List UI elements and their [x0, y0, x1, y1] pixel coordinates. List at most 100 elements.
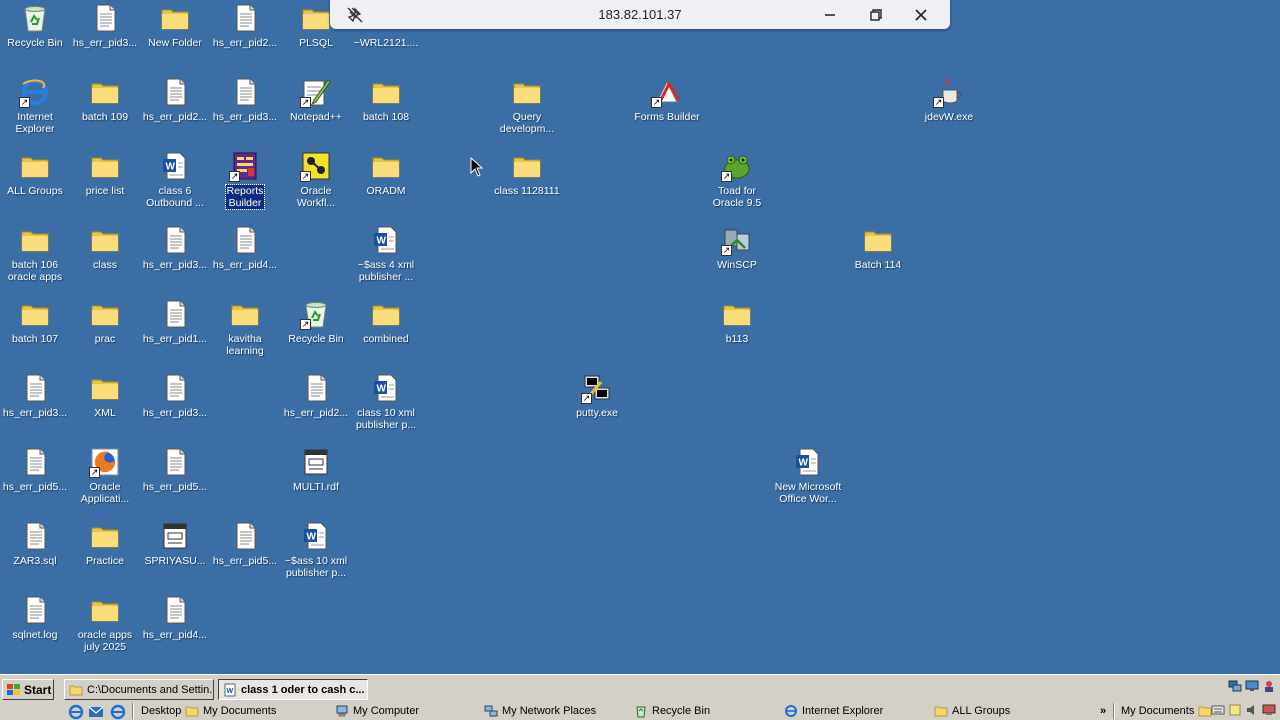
desktop-icon[interactable]: ZAR3.sql [0, 520, 71, 567]
outlook-icon[interactable] [88, 704, 104, 720]
toolbar-item-my-network-places[interactable]: My Network Places [484, 703, 596, 719]
close-icon [915, 9, 927, 21]
task-label: class 1 oder to cash c... [241, 683, 365, 696]
desktop-icon[interactable]: ↗ putty.exe [561, 372, 633, 419]
desktop-icon[interactable]: hs_err_pid3... [139, 224, 211, 271]
shortcut-arrow-icon: ↗ [229, 171, 240, 182]
toolbar-item-label: Internet Explorer [802, 705, 884, 717]
keyboard-tray-icon[interactable] [1211, 703, 1225, 717]
desktop-icon[interactable]: sqlnet.log [0, 594, 71, 641]
desktop-icon[interactable]: W ~$ass 10 xml publisher p... [280, 520, 352, 579]
monitor-tray-icon[interactable] [1262, 703, 1276, 717]
desktop-icon[interactable]: ↗ Oracle Applicati... [69, 446, 141, 505]
desktop-icon[interactable]: Recycle Bin [0, 2, 71, 49]
desktop-icon[interactable]: class 1128111 [491, 150, 563, 197]
computer-icon [336, 705, 348, 717]
shortcut-arrow-icon: ↗ [300, 319, 311, 330]
desktop-icon[interactable]: ALL Groups [0, 150, 71, 197]
user-tray-icon[interactable] [1262, 679, 1276, 693]
text-file-icon [159, 594, 191, 626]
notes-tray-icon[interactable] [1228, 703, 1242, 717]
toolbar-item-my-documents[interactable]: My Documents [185, 703, 276, 719]
word-document-icon: W [370, 224, 402, 256]
toolbar-item-label: My Computer [353, 705, 420, 717]
folder-icon [300, 2, 332, 34]
desktop-icon[interactable]: kavitha learning [209, 298, 281, 357]
desktop-icon[interactable]: hs_err_pid3... [0, 372, 71, 419]
desktop-icon[interactable]: SPRIYASU... [139, 520, 211, 567]
folder-icon [370, 150, 402, 182]
desktop-icon[interactable]: W ~$ass 4 xml publisher ... [350, 224, 422, 283]
network-tray-icon[interactable] [1228, 679, 1242, 693]
desktop-icon[interactable]: hs_err_pid2... [280, 372, 352, 419]
toolbar-item-internet-explorer[interactable]: Internet Explorer [784, 703, 883, 719]
taskbar-task-explorer[interactable]: C:\Documents and Settin... [64, 679, 214, 700]
word-document-icon: W [159, 150, 191, 182]
rdf-file-icon [300, 446, 332, 478]
desktop-icon[interactable]: hs_err_pid3... [139, 372, 211, 419]
toolbar-item-all-groups[interactable]: ALL Groups [934, 703, 1010, 719]
desktop-icon[interactable]: hs_err_pid3... [209, 76, 281, 123]
desktop-icon[interactable]: ↗ Oracle Workfl... [280, 150, 352, 209]
internet-explorer-icon[interactable] [110, 704, 126, 720]
text-file-icon [229, 76, 261, 108]
desktop-icon[interactable]: New Folder [139, 2, 211, 49]
display-tray-icon[interactable] [1245, 679, 1259, 693]
desktop-icon[interactable]: hs_err_pid5... [0, 446, 71, 493]
shortcut-arrow-icon: ↗ [651, 97, 662, 108]
desktop-icon[interactable]: W New Microsoft Office Wor... [772, 446, 844, 505]
restore-button[interactable] [866, 5, 886, 25]
minimize-button[interactable] [820, 5, 840, 25]
internet-explorer-icon[interactable] [68, 704, 84, 720]
desktop-icon[interactable]: ↗ Notepad++ [280, 76, 352, 123]
folder-icon [511, 76, 543, 108]
desktop-icon[interactable]: batch 106 oracle apps [0, 224, 71, 283]
desktop-icon[interactable]: ↗ Toad for Oracle 9.5 [701, 150, 773, 209]
desktop-icon[interactable]: batch 108 [350, 76, 422, 123]
desktop-icon[interactable]: combined [350, 298, 422, 345]
toolbar-item-desktop[interactable]: Desktop [141, 703, 181, 719]
desktop-icon[interactable]: Wclass 6 Outbound ... [139, 150, 211, 209]
desktop-icon[interactable]: batch 109 [69, 76, 141, 123]
desktop-icon[interactable]: Wclass 10 xml publisher p... [350, 372, 422, 431]
desktop-icon[interactable]: hs_err_pid2... [139, 76, 211, 123]
desktop-icon[interactable]: ↗ jdevW.exe [913, 76, 985, 123]
desktop-icon[interactable]: Batch 114 [842, 224, 914, 271]
desktop-icon[interactable]: hs_err_pid5... [139, 446, 211, 493]
desktop-icon[interactable]: XML [69, 372, 141, 419]
volume-tray-icon[interactable] [1245, 703, 1259, 717]
desktop-icon[interactable]: b113 [701, 298, 773, 345]
desktop-icon[interactable]: class [69, 224, 141, 271]
start-button[interactable]: Start [2, 679, 54, 700]
desktop-icon[interactable]: Practice [69, 520, 141, 567]
desktop-icon[interactable]: ↗ WinSCP [701, 224, 773, 271]
close-button[interactable] [911, 5, 931, 25]
desktop-icon[interactable]: price list [69, 150, 141, 197]
desktop-icon[interactable]: Query developm... [491, 76, 563, 135]
taskbar-task-word-document[interactable]: W class 1 oder to cash c... [218, 679, 368, 700]
toolbar-item-my-documents-right[interactable]: My Documents [1121, 703, 1212, 719]
shortcut-arrow-icon: ↗ [300, 97, 311, 108]
svg-text:W: W [377, 236, 387, 247]
mouse-cursor-icon [470, 157, 484, 177]
desktop-icon[interactable]: hs_err_pid1... [139, 298, 211, 345]
desktop-icon[interactable]: ORADM [350, 150, 422, 197]
desktop-icon[interactable]: hs_err_pid3... [69, 2, 141, 49]
toolbar-item-my-computer[interactable]: My Computer [335, 703, 419, 719]
start-label: Start [24, 682, 52, 697]
desktop-icon[interactable]: prac [69, 298, 141, 345]
toolbar-overflow-button[interactable]: » [1100, 703, 1106, 719]
desktop-icon[interactable]: hs_err_pid5... [209, 520, 281, 567]
desktop-icon[interactable]: hs_err_pid4... [139, 594, 211, 641]
desktop-icon[interactable]: hs_err_pid4... [209, 224, 281, 271]
desktop-icon[interactable]: ↗ Internet Explorer [0, 76, 71, 135]
desktop-icon[interactable]: MULTI.rdf [280, 446, 352, 493]
desktop-icon[interactable]: hs_err_pid2... [209, 2, 281, 49]
desktop-icon[interactable]: ↗ Reports Builder [209, 150, 281, 210]
word-document-icon: W [792, 446, 824, 478]
desktop-icon[interactable]: ↗ Forms Builder [631, 76, 703, 123]
toolbar-item-recycle-bin[interactable]: Recycle Bin [634, 703, 710, 719]
desktop-icon[interactable]: batch 107 [0, 298, 71, 345]
desktop-icon[interactable]: oracle apps july 2025 [69, 594, 141, 653]
desktop-icon[interactable]: ↗ Recycle Bin [280, 298, 352, 345]
